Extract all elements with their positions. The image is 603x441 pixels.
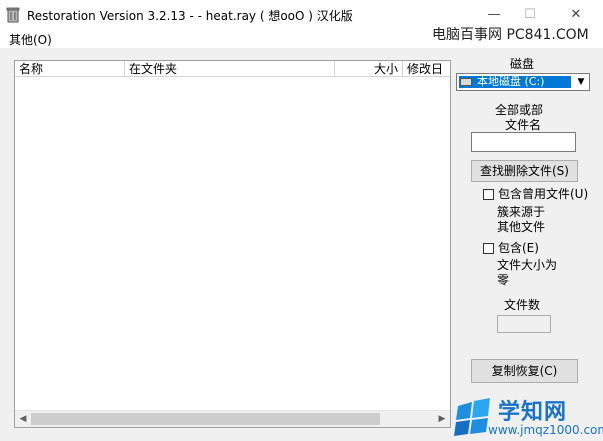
scroll-thumb[interactable] — [31, 413, 380, 425]
hard-drive-icon — [460, 78, 472, 86]
maximize-button[interactable]: ☐ — [510, 4, 550, 26]
chevron-down-icon[interactable]: ▼ — [573, 74, 589, 90]
include-used-checkbox[interactable] — [483, 189, 494, 200]
include-used-label: 包含曾用文件(U) — [498, 187, 589, 201]
logo-url: www.jmqz1000.com — [488, 423, 603, 437]
include-zero-label: 包含(E) — [498, 241, 539, 255]
include-used-note-line2: 其他文件 — [497, 220, 546, 234]
column-header-folder[interactable]: 在文件夹 — [125, 61, 335, 77]
file-count-value — [497, 315, 551, 333]
window-title: Restoration Version 3.2.13 - - heat.ray … — [27, 9, 353, 23]
drive-select-value: 本地磁盘 (C:) — [459, 76, 571, 88]
close-button[interactable]: ✕ — [556, 4, 596, 26]
drive-select[interactable]: 本地磁盘 (C:) ▼ — [456, 73, 590, 91]
file-list[interactable]: 名称 在文件夹 大小 修改日 ◀ ▶ — [14, 60, 451, 428]
include-zero-note-line1: 文件大小为 — [497, 258, 558, 272]
restore-button[interactable]: 复制恢复(C) — [471, 359, 578, 383]
minimize-button[interactable]: — — [474, 4, 514, 26]
include-used-note-line1: 簇来源于 — [497, 205, 546, 219]
logo-text: 学知网 — [498, 400, 568, 425]
drive-label: 磁盘 — [510, 57, 535, 71]
watermark-text: 电脑百事网 PC841.COM — [432, 27, 589, 43]
scroll-left-icon[interactable]: ◀ — [15, 411, 31, 427]
column-header-name[interactable]: 名称 — [15, 61, 125, 77]
main-area: 名称 在文件夹 大小 修改日 ◀ ▶ 磁盘 本地磁盘 (C:) ▼ 全部或部 文… — [0, 48, 603, 441]
horizontal-scrollbar[interactable]: ◀ ▶ — [15, 410, 450, 427]
recycle-bin-icon — [6, 7, 20, 23]
filename-label-line2: 文件名 — [505, 118, 542, 132]
file-count-label: 文件数 — [504, 298, 541, 312]
search-button[interactable]: 查找删除文件(S) — [471, 160, 578, 182]
filename-input[interactable] — [471, 132, 576, 152]
include-zero-checkbox[interactable] — [483, 243, 494, 254]
column-header-size[interactable]: 大小 — [335, 61, 403, 77]
scroll-right-icon[interactable]: ▶ — [434, 411, 450, 427]
menu-item-other[interactable]: 其他(O) — [9, 31, 52, 48]
include-zero-note-line2: 零 — [497, 273, 510, 287]
site-logo: 学知网 www.jmqz1000.com — [450, 392, 603, 441]
column-header-modified[interactable]: 修改日 — [403, 61, 450, 77]
